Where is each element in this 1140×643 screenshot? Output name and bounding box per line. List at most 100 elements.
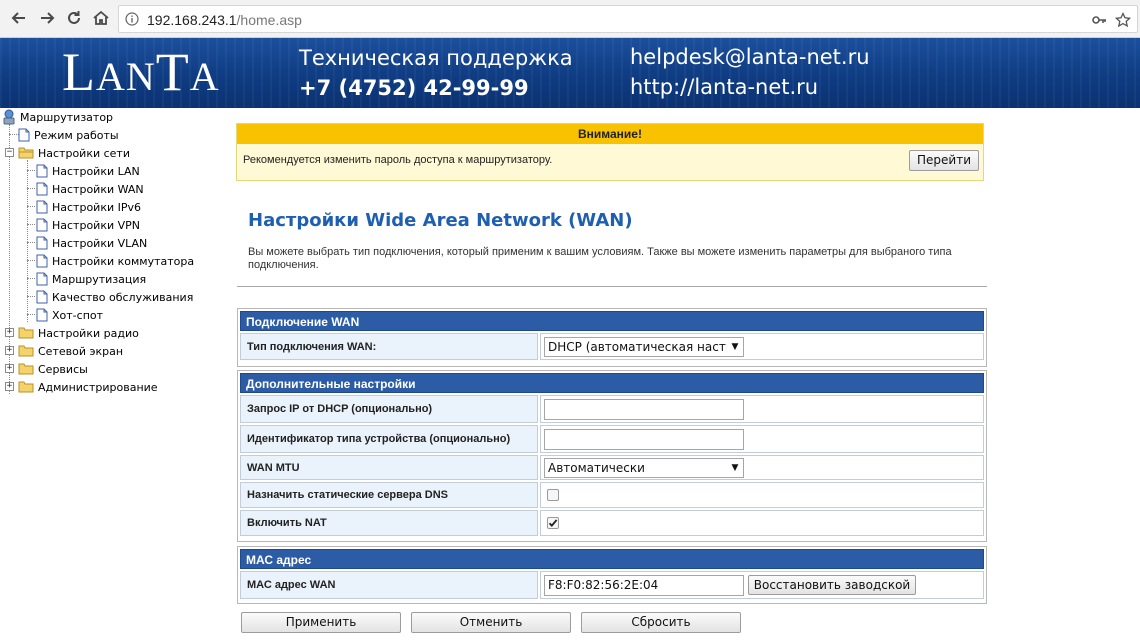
support-phone: +7 (4752) 42-99-99 [299,76,529,100]
reload-icon[interactable] [63,7,85,29]
tree-item-switch[interactable]: Настройки коммутатора [36,252,194,270]
tree-connector [27,206,35,207]
tree-connector [27,170,35,171]
divider [237,286,987,287]
folder-icon [18,381,34,393]
page-icon [36,164,48,178]
form-cell: DHCP (автоматическая настр ▼ [540,333,984,360]
form-row: МАС адрес WAN F8:F0:82:56:2E:04 Восстано… [240,571,984,599]
form-row: Тип подключения WAN: DHCP (автоматическа… [240,333,984,360]
expand-toggle-icon[interactable]: + [5,364,14,373]
wan-type-select[interactable]: DHCP (автоматическая настр ▼ [544,336,744,357]
tree-item-label: Маршрутизация [52,272,147,286]
folder-icon [18,363,34,375]
home-icon[interactable] [90,7,112,29]
mac-input[interactable]: F8:F0:82:56:2E:04 [544,574,744,596]
tree-item-lan[interactable]: Настройки LAN [36,162,140,180]
dropdown-arrow-icon: ▼ [727,337,743,356]
tree-root-label: Маршрутизатор [20,110,114,124]
support-title: Техническая поддержка [299,46,573,70]
tree-item-firewall[interactable]: Сетевой экран [18,342,123,360]
mac-label: МАС адрес WAN [240,571,538,599]
support-email: helpdesk@lanta-net.ru [630,45,870,69]
tree-item-qos[interactable]: Качество обслуживания [36,288,193,306]
tree-item-label: Настройки LAN [52,164,140,178]
form-cell [540,482,984,508]
tree-item-network[interactable]: Настройки сети [18,144,130,162]
tree-connector [27,260,35,261]
tree-item-label: Администрирование [38,380,158,394]
back-arrow-icon[interactable] [8,7,30,29]
warning-title: Внимание! [237,124,983,144]
tree-item-label: Режим работы [34,128,119,142]
tree-item-admin[interactable]: Администрирование [18,378,158,396]
expand-toggle-icon[interactable]: + [5,382,14,391]
dhcp-ip-input[interactable] [544,398,744,420]
tree-item-mode[interactable]: Режим работы [18,126,119,144]
collapse-toggle-icon[interactable]: − [5,148,14,157]
tree-item-label: Настройки IPv6 [52,200,142,214]
tree-item-wan[interactable]: Настройки WAN [36,180,144,198]
expand-toggle-icon[interactable]: + [5,328,14,337]
wan-type-label: Тип подключения WAN: [240,333,538,360]
tree-item-label: Настройки сети [38,146,130,160]
star-icon[interactable] [1115,12,1131,28]
browser-toolbar: 192.168.243.1/home.asp [0,0,1140,38]
form-cell [540,395,984,423]
form-row: Запрос IP от DHCP (опционально) [240,395,984,423]
folder-icon [18,345,34,357]
checkmark-icon [548,519,558,527]
tree-connector [27,278,35,279]
url-host: 192.168.243.1 [147,12,237,28]
tree-item-label: Настройки VLAN [52,236,148,250]
tree-item-hotspot[interactable]: Хот-спот [36,306,103,324]
nat-checkbox[interactable] [547,517,559,529]
mtu-value: Автоматически [548,460,645,475]
info-icon[interactable] [125,12,139,26]
expand-toggle-icon[interactable]: + [5,346,14,355]
key-icon[interactable] [1091,12,1107,28]
tree-item-ipv6[interactable]: Настройки IPv6 [36,198,141,216]
support-website: http://lanta-net.ru [630,75,819,99]
tree-connector [27,160,28,322]
device-id-label: Идентификатор типа устройства (опциональ… [240,425,538,453]
apply-button[interactable]: Применить [241,612,401,633]
form-cell [540,510,984,536]
section-header: МАС адрес [240,549,984,569]
tree-item-label: Сервисы [38,362,88,376]
restore-mac-button[interactable]: Восстановить заводской [748,575,916,595]
device-id-input[interactable] [544,428,744,450]
tree-item-vpn[interactable]: Настройки VPN [36,216,140,234]
form-cell: F8:F0:82:56:2E:04 Восстановить заводской [540,571,984,599]
warning-text: Рекомендуется изменить пароль доступа к … [243,154,553,166]
form-cell: Автоматически ▼ [540,455,984,480]
form-cell [540,425,984,453]
tree-item-label: Настройки радио [38,326,139,340]
tree-item-services[interactable]: Сервисы [18,360,88,378]
advanced-settings-section: Дополнительные настройки Запрос IP от DH… [237,370,987,542]
cancel-button[interactable]: Отменить [411,612,571,633]
tree-item-routing[interactable]: Маршрутизация [36,270,146,288]
tree-connector [27,224,35,225]
lanta-logo: LANTA [62,42,220,102]
tree-connector [27,242,35,243]
mtu-select[interactable]: Автоматически ▼ [544,457,744,478]
static-dns-checkbox[interactable] [547,489,559,501]
address-bar[interactable]: 192.168.243.1/home.asp [118,5,1138,33]
tree-root-router[interactable]: Маршрутизатор [2,108,113,126]
folder-icon [18,327,34,339]
url-path: /home.asp [236,12,302,28]
page-icon [36,272,48,286]
folder-open-icon [18,147,34,159]
goto-password-button[interactable]: Перейти [909,150,979,171]
static-dns-label: Назначить статические сервера DNS [240,482,538,508]
section-header: Дополнительные настройки [240,373,984,393]
forward-arrow-icon[interactable] [36,7,58,29]
tree-item-label: Сетевой экран [38,344,124,358]
tree-item-vlan[interactable]: Настройки VLAN [36,234,147,252]
tree-item-radio[interactable]: Настройки радио [18,324,139,342]
reset-button[interactable]: Сбросить [581,612,741,633]
header-banner: LANTA Техническая поддержка +7 (4752) 42… [0,38,1140,108]
router-icon [3,109,15,125]
page-icon [36,236,48,250]
